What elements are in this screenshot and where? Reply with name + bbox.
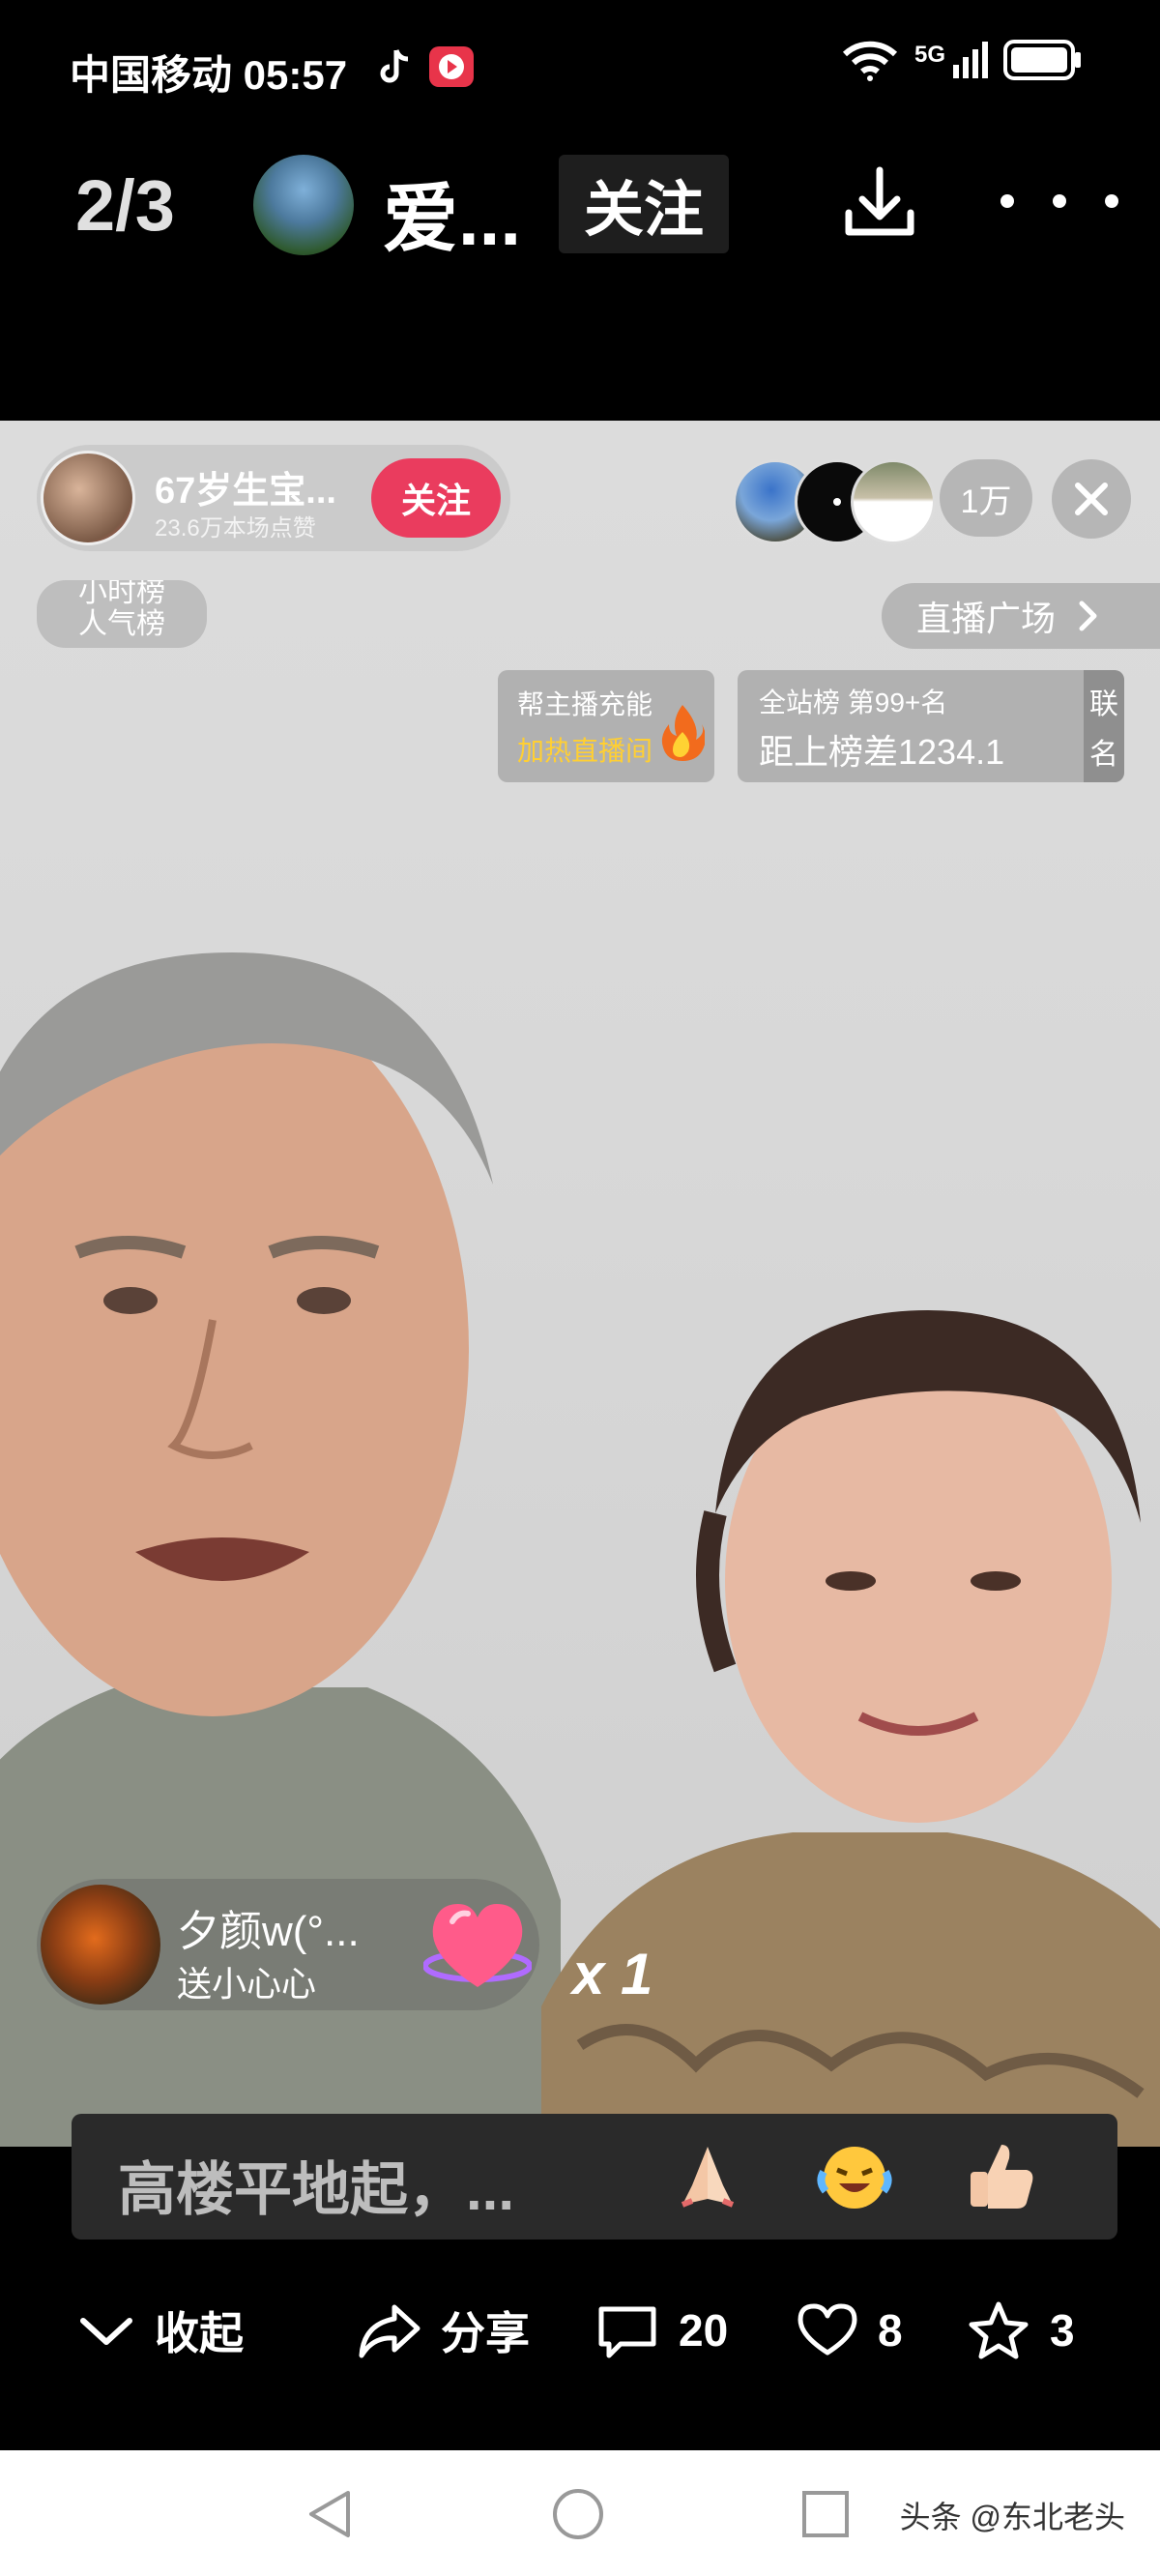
rank-pill-line: 小时榜 (78, 580, 165, 608)
boost-subtitle: 加热直播间 (517, 736, 653, 766)
host-avatar[interactable] (41, 451, 135, 545)
download-icon[interactable] (841, 164, 918, 242)
rank-side-tab[interactable]: 联 名 (1084, 670, 1124, 782)
host-woman-figure (541, 1310, 1160, 2147)
like-button[interactable]: 8 (797, 2272, 903, 2388)
share-button[interactable]: 分享 (356, 2272, 530, 2388)
comment-button[interactable]: 20 (595, 2272, 728, 2388)
more-icon[interactable] (994, 182, 1125, 220)
post-text-bar[interactable]: 高楼平地起，... (72, 2114, 1117, 2239)
boost-title: 帮主播充能 (517, 689, 653, 719)
laughing-emoji-icon (817, 2147, 892, 2209)
site-rank-diff: 距上榜差1234.1 (759, 732, 1005, 772)
close-live-button[interactable] (1052, 459, 1131, 539)
author-name[interactable]: 爱... (383, 159, 521, 267)
recents-nav-icon[interactable] (800, 2489, 851, 2539)
host-follow-button[interactable]: 关注 (371, 458, 501, 538)
post-text: 高楼平地起，... (118, 2157, 515, 2222)
post-header: 2/3 爱... 关注 (0, 135, 1160, 271)
system-icons: 5G (841, 39, 1083, 81)
tiktok-icon (379, 48, 412, 87)
gift-action: 送小心心 (177, 1964, 317, 2004)
favorite-button[interactable]: 3 (967, 2272, 1075, 2388)
gift-count: x 1 (572, 1942, 653, 2006)
star-outline-icon (969, 2301, 1029, 2359)
live-video[interactable]: 67岁生宝... 23.6万本场点赞 关注 1万 小时榜 人气榜 直播广场 帮主… (0, 421, 1160, 2147)
collapse-label: 收起 (155, 2308, 244, 2358)
wifi-icon (842, 41, 898, 81)
viewer-count-button[interactable]: 1万 (940, 459, 1032, 537)
rank-pill-line: 人气榜 (78, 608, 165, 640)
hour-rank-pill[interactable]: 小时榜 人气榜 (37, 580, 207, 648)
comment-count: 20 (679, 2305, 729, 2356)
chevron-right-icon (1079, 600, 1097, 631)
follow-button[interactable]: 关注 (559, 155, 729, 253)
gift-sender-avatar (41, 1885, 160, 2005)
status-bar: 中国移动 05:57 5G (0, 0, 1160, 135)
back-nav-icon[interactable] (305, 2487, 356, 2541)
network-label: 5G (914, 42, 945, 68)
heart-gift-icon (423, 1904, 532, 1987)
comment-icon (598, 2306, 656, 2358)
plaza-label: 直播广场 (916, 599, 1057, 638)
live-plaza-button[interactable]: 直播广场 (882, 583, 1160, 649)
rank-side-char: 名 (1089, 739, 1118, 771)
share-icon (359, 2304, 420, 2358)
watermark: 头条 @东北老头 (899, 2500, 1125, 2534)
signal-icon: 5G (914, 42, 988, 78)
gift-sender-name: 夕颜w(°... (177, 1908, 360, 1955)
carrier-time: 中国移动 05:57 (70, 52, 348, 98)
chevron-down-icon (80, 2318, 132, 2345)
favorite-count: 3 (1050, 2305, 1075, 2356)
host-likes: 23.6万本场点赞 (155, 515, 316, 542)
share-label: 分享 (441, 2308, 530, 2358)
thumbs-up-emoji-icon (971, 2145, 1033, 2209)
collapse-button[interactable]: 收起 (77, 2272, 244, 2388)
author-avatar[interactable] (253, 155, 354, 255)
bottom-action-bar: 收起 分享 20 8 3 (0, 2272, 1160, 2388)
rank-side-char: 联 (1089, 688, 1118, 720)
fire-icon (661, 705, 705, 761)
site-rank-card[interactable]: 全站榜 第99+名 距上榜差1234.1 联 名 (738, 670, 1124, 782)
site-rank-title: 全站榜 第99+名 (759, 688, 948, 717)
system-nav-bar: 头条 @东北老头 (0, 2450, 1160, 2576)
image-index: 2/3 (75, 165, 175, 246)
host-info-pill[interactable]: 67岁生宝... 23.6万本场点赞 关注 (37, 445, 510, 551)
red-app-icon (429, 46, 474, 87)
gift-notice: 夕颜w(°... 送小心心 (37, 1879, 539, 2010)
viewer-avatar[interactable] (851, 459, 936, 544)
host-name: 67岁生宝... (155, 471, 336, 512)
close-icon (1075, 483, 1108, 515)
home-nav-icon[interactable] (551, 2487, 605, 2541)
like-count: 8 (878, 2305, 903, 2356)
heart-icon (798, 2303, 857, 2356)
pray-emoji-icon (681, 2147, 735, 2208)
battery-icon (1003, 40, 1081, 80)
boost-card[interactable]: 帮主播充能 加热直播间 (498, 670, 714, 782)
